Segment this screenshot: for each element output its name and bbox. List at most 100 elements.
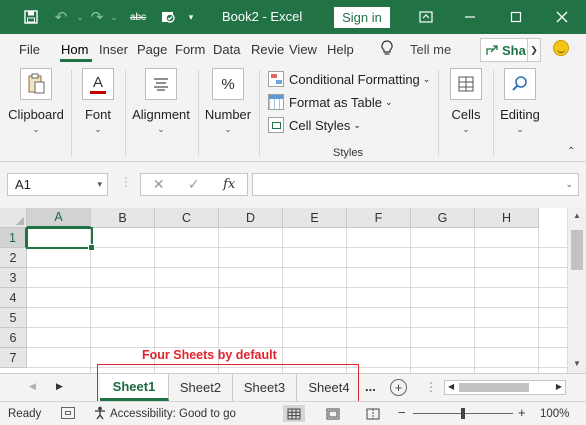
tab-data[interactable]: Data bbox=[213, 42, 240, 57]
accessibility-icon[interactable] bbox=[94, 406, 106, 420]
horizontal-scroll-thumb[interactable] bbox=[459, 383, 529, 392]
clipboard-icon bbox=[20, 68, 52, 100]
tab-file[interactable]: File bbox=[19, 42, 40, 57]
number-label: Number bbox=[204, 107, 252, 122]
name-box[interactable]: A1 ▾ bbox=[7, 173, 108, 196]
conditional-formatting-button[interactable]: Conditional Formatting ⌄ bbox=[268, 69, 430, 89]
worksheet-grid[interactable]: ABCDEFGH 1234567 ▲ ▼ bbox=[0, 208, 586, 373]
formula-buttons: ✕ ✓ fx bbox=[140, 173, 248, 196]
row-header[interactable]: 2 bbox=[0, 248, 27, 268]
close-icon[interactable] bbox=[550, 6, 574, 28]
tab-review[interactable]: Revie bbox=[251, 42, 284, 57]
vertical-scrollbar[interactable]: ▲ ▼ bbox=[567, 208, 586, 373]
row-header[interactable]: 3 bbox=[0, 268, 27, 288]
number-group[interactable]: % Number ⌄ bbox=[204, 68, 252, 135]
sheet-tab[interactable]: Sheet2 bbox=[169, 374, 233, 401]
tab-home[interactable]: Hom bbox=[61, 42, 88, 57]
next-sheet-icon[interactable]: ▶ bbox=[56, 381, 63, 392]
column-header[interactable]: E bbox=[283, 208, 347, 228]
page-break-view-icon[interactable] bbox=[362, 405, 384, 422]
column-header[interactable]: A bbox=[27, 208, 91, 228]
save-icon[interactable] bbox=[20, 7, 42, 27]
column-header[interactable]: B bbox=[91, 208, 155, 228]
touch-mode-icon[interactable] bbox=[157, 7, 179, 27]
more-sheets-button[interactable]: ... bbox=[365, 379, 376, 394]
tell-me-search[interactable]: Tell me bbox=[410, 42, 451, 57]
enter-icon[interactable]: ✓ bbox=[188, 176, 200, 193]
column-header[interactable]: D bbox=[219, 208, 283, 228]
spelling-icon[interactable]: abc bbox=[127, 7, 149, 27]
redo-dropdown-icon[interactable]: ⌄ bbox=[103, 7, 125, 27]
font-icon: A bbox=[82, 68, 114, 100]
row-header[interactable]: 1 bbox=[0, 228, 27, 248]
scroll-down-icon[interactable]: ▼ bbox=[573, 359, 581, 368]
tab-help[interactable]: Help bbox=[327, 42, 354, 57]
tab-page-layout[interactable]: Page bbox=[137, 42, 167, 57]
lightbulb-icon[interactable] bbox=[380, 40, 394, 59]
editing-group[interactable]: Editing ⌄ bbox=[500, 68, 540, 135]
tab-view[interactable]: View bbox=[289, 42, 317, 57]
sheet-tab[interactable]: Sheet3 bbox=[233, 374, 297, 401]
scroll-left-icon[interactable]: ◀ bbox=[448, 382, 454, 391]
column-header[interactable]: F bbox=[347, 208, 411, 228]
vertical-scroll-thumb[interactable] bbox=[571, 230, 583, 270]
select-all-corner[interactable] bbox=[0, 208, 27, 228]
column-header[interactable]: C bbox=[155, 208, 219, 228]
add-sheet-button[interactable]: + bbox=[390, 379, 407, 396]
zoom-slider-thumb[interactable] bbox=[461, 408, 465, 419]
expand-formula-bar-icon[interactable]: ⌄ bbox=[565, 179, 573, 190]
sign-in-button[interactable]: Sign in bbox=[334, 7, 390, 28]
normal-view-icon[interactable] bbox=[283, 405, 305, 422]
previous-sheet-icon[interactable]: ◀ bbox=[29, 381, 36, 392]
font-icon-glyph: A bbox=[92, 73, 103, 91]
sheet-tab[interactable]: Sheet4 bbox=[297, 374, 361, 401]
formula-bar-grip-icon[interactable]: ⋮ bbox=[120, 175, 132, 189]
tab-insert[interactable]: Inser bbox=[99, 42, 128, 57]
chevron-down-icon: ⌄ bbox=[224, 124, 232, 134]
scroll-right-icon[interactable]: ▶ bbox=[556, 382, 562, 391]
tab-formulas[interactable]: Form bbox=[175, 42, 205, 57]
macro-recording-icon[interactable] bbox=[61, 407, 75, 419]
page-layout-view-icon[interactable] bbox=[322, 405, 344, 422]
conditional-formatting-icon bbox=[268, 71, 284, 87]
maximize-icon[interactable] bbox=[504, 6, 528, 28]
share-button[interactable]: Sha bbox=[480, 38, 528, 62]
column-header[interactable]: H bbox=[475, 208, 539, 228]
zoom-in-icon[interactable]: + bbox=[518, 405, 526, 420]
tabs-scroll-right-icon[interactable]: ❯ bbox=[527, 38, 541, 62]
minimize-icon[interactable] bbox=[458, 6, 482, 28]
row-header[interactable]: 5 bbox=[0, 308, 27, 328]
chevron-down-icon: ⌄ bbox=[157, 124, 165, 134]
format-as-table-button[interactable]: Format as Table ⌄ bbox=[268, 92, 393, 112]
horizontal-scrollbar[interactable]: ◀ ▶ bbox=[444, 380, 566, 395]
zoom-out-icon[interactable]: − bbox=[398, 405, 406, 420]
font-label: Font bbox=[84, 107, 111, 122]
row-header[interactable]: 7 bbox=[0, 348, 27, 368]
customize-toolbar-icon[interactable]: ▾ bbox=[180, 7, 202, 27]
sheet-tab[interactable]: Sheet1 bbox=[100, 374, 169, 401]
collapse-ribbon-icon[interactable]: ⌃ bbox=[567, 146, 575, 157]
feedback-smiley-icon[interactable] bbox=[553, 40, 569, 56]
cell-styles-label: Cell Styles bbox=[289, 117, 351, 133]
chevron-down-icon: ⌄ bbox=[422, 73, 431, 84]
scroll-up-icon[interactable]: ▲ bbox=[573, 211, 581, 220]
row-header[interactable]: 6 bbox=[0, 328, 27, 348]
cell-styles-button[interactable]: Cell Styles ⌄ bbox=[268, 115, 361, 135]
cells-group[interactable]: Cells ⌄ bbox=[446, 68, 486, 135]
active-cell[interactable] bbox=[26, 227, 95, 251]
formula-input[interactable]: ⌄ bbox=[252, 173, 579, 196]
column-header[interactable]: G bbox=[411, 208, 475, 228]
row-header[interactable]: 4 bbox=[0, 288, 27, 308]
chevron-down-icon: ⌄ bbox=[94, 124, 102, 134]
ribbon-display-options-icon[interactable] bbox=[414, 6, 438, 28]
accessibility-status[interactable]: Accessibility: Good to go bbox=[110, 408, 236, 420]
alignment-group[interactable]: Alignment ⌄ bbox=[131, 68, 191, 135]
insert-function-button[interactable]: fx bbox=[223, 177, 235, 192]
chevron-down-icon[interactable]: ▾ bbox=[97, 179, 102, 190]
clipboard-group[interactable]: Clipboard ⌄ bbox=[8, 68, 64, 135]
cancel-icon[interactable]: ✕ bbox=[153, 176, 165, 193]
tab-split-grip-icon[interactable]: ⋮ bbox=[425, 380, 437, 394]
cell-area[interactable] bbox=[27, 228, 567, 373]
font-group[interactable]: A Font ⌄ bbox=[80, 68, 116, 135]
zoom-level[interactable]: 100% bbox=[540, 408, 569, 420]
